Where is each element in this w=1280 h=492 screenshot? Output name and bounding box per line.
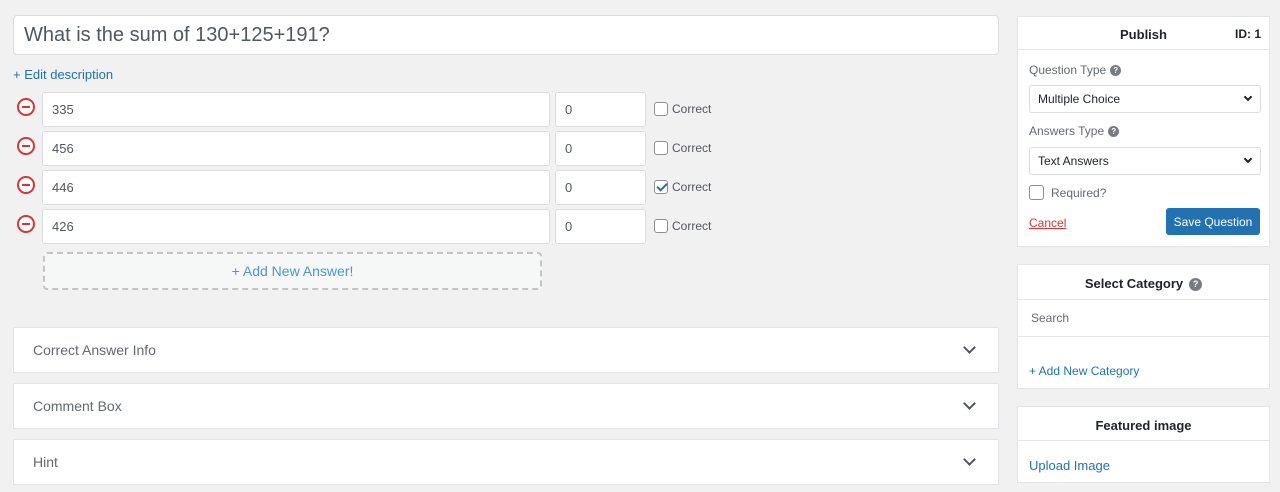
category-search xyxy=(1018,300,1269,337)
question-circle-icon[interactable]: ? xyxy=(1108,126,1120,138)
answer-text-input[interactable]: 446 xyxy=(42,170,550,205)
chevron-down-icon xyxy=(1243,154,1253,164)
correct-label: Correct xyxy=(672,180,712,194)
correct-toggle[interactable]: Correct xyxy=(654,141,711,155)
accordion-title: Comment Box xyxy=(33,398,122,414)
answer-row: 446 0 Correct xyxy=(13,170,733,205)
question-type-value: Multiple Choice xyxy=(1038,92,1121,106)
correct-checkbox[interactable] xyxy=(654,219,668,233)
question-title-input[interactable]: What is the sum of 130+125+191? xyxy=(13,15,999,55)
category-title: Select Category? xyxy=(1018,276,1269,292)
answers-type-label-text: Answers Type xyxy=(1029,124,1105,138)
publish-header: Publish ID: 1 xyxy=(1018,17,1269,50)
answers-list: 335 0 Correct 456 0 Correct 446 0 Correc… xyxy=(13,92,733,248)
chevron-down-icon xyxy=(1243,92,1253,102)
question-circle-icon[interactable]: ? xyxy=(1110,65,1122,77)
correct-label: Correct xyxy=(672,141,712,155)
accordion-hint[interactable]: Hint xyxy=(13,439,999,485)
featured-header: Featured image xyxy=(1018,407,1269,441)
question-type-select[interactable]: Multiple Choice xyxy=(1029,85,1261,113)
add-answer-button[interactable]: + Add New Answer! xyxy=(43,252,542,290)
edit-description-link[interactable]: + Edit description xyxy=(13,67,113,82)
remove-answer-icon[interactable] xyxy=(17,137,35,155)
correct-toggle[interactable]: Correct xyxy=(654,180,711,194)
upload-image-link[interactable]: Upload Image xyxy=(1029,458,1110,473)
required-checkbox[interactable] xyxy=(1029,185,1044,200)
publish-panel: Publish ID: 1 Question Type? Multiple Ch… xyxy=(1017,16,1270,247)
publish-title: Publish xyxy=(1120,27,1167,42)
accordion-correct-answer-info[interactable]: Correct Answer Info xyxy=(13,327,999,373)
correct-toggle[interactable]: Correct xyxy=(654,102,711,116)
answer-points-input[interactable]: 0 xyxy=(555,209,646,244)
answer-points-input[interactable]: 0 xyxy=(555,92,646,127)
answer-row: 456 0 Correct xyxy=(13,131,733,166)
question-editor: What is the sum of 130+125+191? + Edit d… xyxy=(13,15,999,485)
answer-text-input[interactable]: 335 xyxy=(42,92,550,127)
chevron-down-icon xyxy=(963,453,976,466)
remove-answer-icon[interactable] xyxy=(17,98,35,116)
save-question-button[interactable]: Save Question xyxy=(1166,208,1260,235)
featured-title: Featured image xyxy=(1095,418,1192,433)
answer-points-input[interactable]: 0 xyxy=(555,170,646,205)
answer-row: 335 0 Correct xyxy=(13,92,733,127)
accordion-comment-box[interactable]: Comment Box xyxy=(13,383,999,429)
question-type-label: Question Type? xyxy=(1029,63,1122,77)
answers-type-value: Text Answers xyxy=(1038,154,1109,168)
correct-label: Correct xyxy=(672,219,712,233)
correct-toggle[interactable]: Correct xyxy=(654,219,711,233)
correct-checkbox-checked[interactable] xyxy=(654,180,668,194)
accordion-title: Hint xyxy=(33,454,58,470)
remove-answer-icon[interactable] xyxy=(17,176,35,194)
category-search-input[interactable] xyxy=(1018,300,1269,336)
question-circle-icon[interactable]: ? xyxy=(1189,278,1203,292)
required-toggle[interactable]: Required? xyxy=(1029,185,1106,200)
answer-text-input[interactable]: 426 xyxy=(42,209,550,244)
add-category-link[interactable]: + Add New Category xyxy=(1029,364,1139,378)
remove-answer-icon[interactable] xyxy=(17,215,35,233)
correct-checkbox[interactable] xyxy=(654,141,668,155)
featured-image-panel: Featured image Upload Image xyxy=(1017,406,1270,483)
correct-label: Correct xyxy=(672,102,712,116)
question-type-label-text: Question Type xyxy=(1029,63,1107,77)
answers-type-label: Answers Type? xyxy=(1029,124,1120,138)
correct-checkbox[interactable] xyxy=(654,102,668,116)
cancel-link[interactable]: Cancel xyxy=(1029,216,1066,230)
category-title-text: Select Category xyxy=(1084,276,1184,291)
question-id: ID: 1 xyxy=(1234,27,1261,41)
chevron-down-icon xyxy=(963,341,976,354)
accordion-title: Correct Answer Info xyxy=(33,342,156,358)
answer-row: 426 0 Correct xyxy=(13,209,733,244)
answer-points-input[interactable]: 0 xyxy=(555,131,646,166)
chevron-down-icon xyxy=(963,397,976,410)
answer-text-input[interactable]: 456 xyxy=(42,131,550,166)
answers-type-select[interactable]: Text Answers xyxy=(1029,147,1261,175)
category-header: Select Category? xyxy=(1018,265,1269,300)
required-label: Required? xyxy=(1051,185,1107,200)
category-panel: Select Category? + Add New Category xyxy=(1017,264,1270,389)
